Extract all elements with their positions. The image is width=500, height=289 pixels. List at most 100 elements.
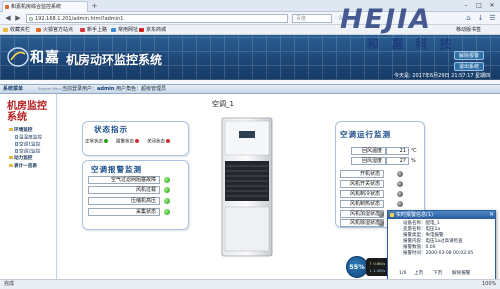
- legend-normal: 正常状态: [85, 139, 108, 146]
- menu-icon[interactable]: ☰: [488, 14, 497, 23]
- download-speed: ↓ 1.5K/s: [369, 268, 386, 273]
- sidebar-item-aircon-1[interactable]: 空调1监控: [15, 142, 40, 149]
- document-icon: [15, 142, 18, 146]
- reading-label: 回风湿度: [351, 157, 386, 165]
- alarm-release-button[interactable]: 解除报警: [454, 51, 485, 60]
- return-air-humidity-value: 27: [386, 157, 409, 165]
- bookmark-item[interactable]: 收藏夹栏: [3, 26, 30, 34]
- red-dot-icon: [135, 139, 139, 143]
- popup-line: 变量名称：电压1a: [403, 227, 441, 232]
- system-menu-english: System Menu: [38, 87, 62, 91]
- alarm-row-label: 采集状态: [88, 208, 160, 216]
- alarm-panel-title: 空调报警监测: [91, 165, 142, 174]
- jd-icon: [139, 28, 144, 32]
- page-favicon-icon: [5, 5, 9, 9]
- folder-icon: [9, 128, 13, 131]
- run-row-label: 风机开关状态: [340, 180, 384, 188]
- home-icon[interactable]: ⌂: [464, 14, 473, 23]
- legend-closed: 关闭状态: [147, 139, 170, 146]
- logout-button[interactable]: 退出系统: [454, 62, 485, 71]
- document-icon: [15, 149, 18, 153]
- folder-icon: [111, 28, 116, 32]
- sidebar-item-power[interactable]: 动力监控: [9, 156, 32, 162]
- sidebar-item-meters[interactable]: 表计一览表: [9, 164, 37, 170]
- new-tab-button[interactable]: +: [91, 3, 98, 10]
- red-dot-icon: [166, 139, 170, 143]
- download-icon[interactable]: ↓: [476, 14, 485, 23]
- search-placeholder: 百度: [296, 16, 307, 22]
- folder-icon: [3, 28, 8, 32]
- browser-tab-title: 和嘉机房综合监控系统: [11, 4, 62, 10]
- return-air-temp-value: 21: [386, 147, 409, 155]
- device-label: 空调_1: [212, 100, 234, 108]
- sidebar-item-environment[interactable]: 环境监控: [9, 128, 32, 134]
- folder-icon: [9, 164, 13, 167]
- run-row-label: 风机制冷状态: [340, 190, 384, 198]
- reading-label: 回风温度: [351, 147, 386, 155]
- status-dot-icon: [397, 201, 403, 207]
- popup-title: 实时报警信息(1): [388, 211, 495, 219]
- humidity-unit: %: [411, 158, 416, 164]
- sidebar-item-aircon-2[interactable]: 空调2监控: [15, 149, 40, 156]
- air-conditioner-image: [221, 117, 273, 257]
- bookmark-star-icon[interactable]: ☆: [336, 14, 345, 23]
- sidebar-title: 机房监控系统: [7, 101, 47, 123]
- url-text: 192.168.1.201/admin.html?admin1: [35, 16, 124, 22]
- green-dot-icon: [104, 139, 108, 143]
- popup-line: 设备名称：配电_1: [403, 221, 440, 226]
- bookmark-item[interactable]: 新手上路: [80, 26, 107, 34]
- address-bar[interactable]: 192.168.1.201/admin.html?admin1: [26, 14, 288, 23]
- document-icon: [15, 135, 18, 139]
- folder-icon: [9, 156, 13, 159]
- status-dot-icon: [164, 209, 170, 215]
- popup-line: 报警时间：2000-03-08 00:03:05: [403, 251, 474, 256]
- bookmark-item[interactable]: 京东商城: [139, 26, 166, 34]
- company-logo-icon: [7, 47, 29, 67]
- system-title: 机房动环监控系统: [66, 53, 163, 67]
- popup-line: 报警类型：失电报警: [403, 233, 444, 238]
- legend-alarm: 报警状态: [116, 139, 139, 146]
- status-dot-icon: [164, 198, 170, 204]
- run-row-label: 开机状态: [340, 170, 384, 178]
- browser-statusbar: [0, 279, 500, 289]
- search-input[interactable]: 百度: [292, 14, 332, 23]
- close-window-button[interactable]: ✕: [486, 1, 498, 11]
- run-row-label: 风机制热状态: [340, 200, 384, 208]
- status-panel-title: 状态指示: [94, 125, 128, 134]
- alarm-row-label: 压缩机高压: [88, 197, 160, 205]
- bookmark-item[interactable]: 常用网址: [111, 26, 138, 34]
- firefox-icon: [80, 28, 85, 32]
- status-dot-icon: [397, 171, 403, 177]
- bookmarks-toolbar: [0, 25, 500, 35]
- sidebar-item-temp-humidity[interactable]: 温湿度监控: [15, 135, 42, 142]
- info-icon: [29, 17, 33, 21]
- system-menu-label[interactable]: 系统菜单: [3, 85, 23, 93]
- back-icon[interactable]: ◀: [4, 14, 12, 23]
- next-page-button[interactable]: 下页: [433, 270, 442, 277]
- alarm-row-label: 空气过滤网阻塞故障: [88, 176, 160, 184]
- minimize-button[interactable]: –: [460, 1, 472, 11]
- popup-pager: 1/6: [399, 271, 407, 276]
- status-text: 完成: [4, 281, 15, 287]
- status-dot-icon: [378, 211, 384, 217]
- status-dot-icon: [164, 177, 170, 183]
- zoom-level[interactable]: 100%: [482, 280, 496, 288]
- current-datetime: 今天是: 2017年6月29日 21:57:17 星期四: [394, 73, 491, 79]
- gauge-percent: 55%: [349, 263, 365, 271]
- alarm-row-label: 风机过载: [88, 186, 160, 194]
- page: 和嘉机房综合监控系统 + – □ ✕ ◀ ▶ 192.168.1.201/adm…: [0, 0, 500, 289]
- browser-tab[interactable]: 和嘉机房综合监控系统: [2, 1, 88, 12]
- maximize-button[interactable]: □: [473, 1, 485, 11]
- alert-icon: [390, 213, 394, 217]
- close-icon[interactable]: ×: [488, 211, 495, 219]
- bookmark-item[interactable]: 火狐官方站点: [36, 26, 73, 34]
- status-dot-icon: [164, 187, 170, 193]
- user-name: admin: [97, 86, 115, 92]
- firefox-icon: [36, 28, 41, 32]
- popup-line: 报警数值：0.00: [403, 245, 436, 250]
- popup-line: 报警内容：电压1a过高请检查: [403, 239, 463, 244]
- release-alarm-button[interactable]: 解除报警: [452, 270, 470, 277]
- prev-page-button[interactable]: 上页: [414, 270, 423, 277]
- mobile-bookmarks-link[interactable]: 移动版书签: [456, 26, 481, 34]
- forward-icon[interactable]: ▶: [14, 14, 22, 23]
